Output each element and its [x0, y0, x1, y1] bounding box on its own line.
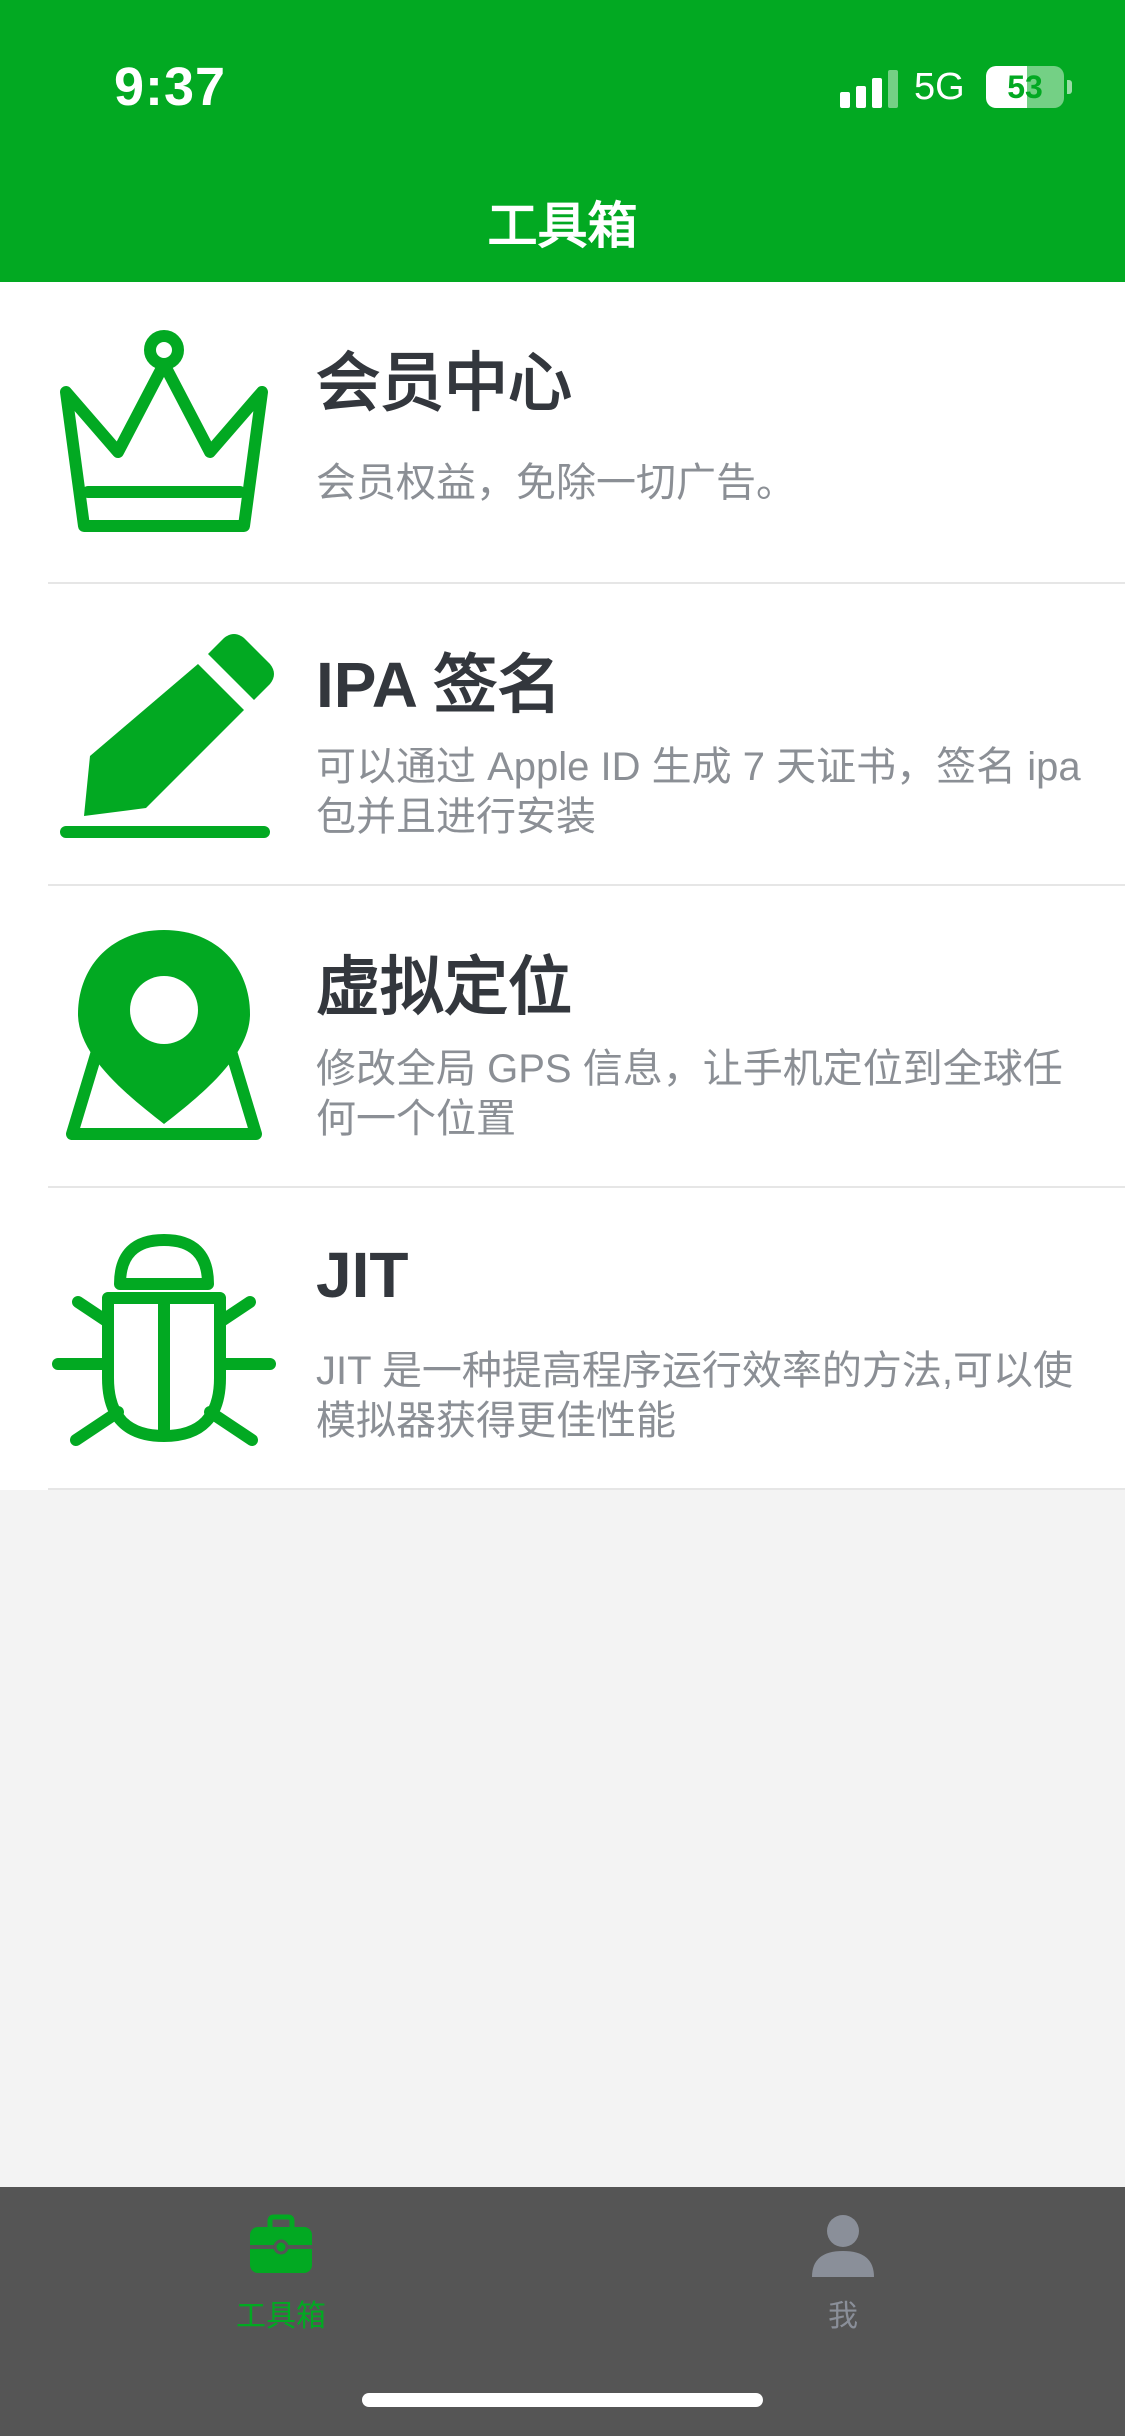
item-description: 会员权益，免除一切广告。	[316, 461, 796, 505]
item-title: JIT	[316, 1239, 409, 1311]
map-pin-icon	[48, 926, 280, 1146]
battery-level: 53	[1007, 69, 1043, 105]
item-description: JIT 是一种提高程序运行效率的方法,可以使模拟器获得更佳性能	[316, 1349, 1074, 1443]
tool-list: 会员中心 会员权益，免除一切广告。 IPA 签名 可以通过 Apple ID 生…	[0, 282, 1125, 1490]
header: 9:37 5G 53 工具箱	[0, 0, 1125, 282]
network-type: 5G	[914, 66, 965, 108]
page-title: 工具箱	[487, 198, 638, 254]
tab-toolbox[interactable]: 工具箱	[0, 2187, 562, 2367]
crown-icon	[48, 322, 280, 542]
list-item-virtual-location[interactable]: 虚拟定位 修改全局 GPS 信息，让手机定位到全球任何一个位置	[48, 886, 1125, 1188]
app-screen: 9:37 5G 53 工具箱 会员中心 会员权益，免除一切广告。 IPA 签名 …	[0, 0, 1125, 2436]
battery-cap	[1067, 80, 1072, 94]
item-title: 会员中心	[316, 347, 572, 419]
item-title: IPA 签名	[316, 649, 562, 721]
tab-me[interactable]: 我	[562, 2187, 1124, 2367]
item-title: 虚拟定位	[316, 951, 572, 1023]
list-item-ipa-sign[interactable]: IPA 签名 可以通过 Apple ID 生成 7 天证书，签名 ipa 包并且…	[48, 584, 1125, 886]
toolbox-icon	[246, 2211, 316, 2281]
tab-label: 我	[828, 2300, 858, 2333]
pencil-icon	[48, 624, 280, 844]
battery-icon: 53	[986, 66, 1064, 108]
tab-label: 工具箱	[236, 2300, 326, 2333]
bug-icon	[48, 1228, 280, 1448]
user-icon	[808, 2211, 878, 2281]
item-description: 修改全局 GPS 信息，让手机定位到全球任何一个位置	[316, 1047, 1063, 1141]
item-description: 可以通过 Apple ID 生成 7 天证书，签名 ipa 包并且进行安装	[316, 745, 1081, 839]
cellular-signal-icon	[840, 68, 900, 108]
list-item-jit[interactable]: JIT JIT 是一种提高程序运行效率的方法,可以使模拟器获得更佳性能	[48, 1188, 1125, 1490]
list-item-vip-center[interactable]: 会员中心 会员权益，免除一切广告。	[48, 282, 1125, 584]
home-indicator[interactable]	[362, 2393, 763, 2407]
status-time: 9:37	[114, 57, 227, 117]
